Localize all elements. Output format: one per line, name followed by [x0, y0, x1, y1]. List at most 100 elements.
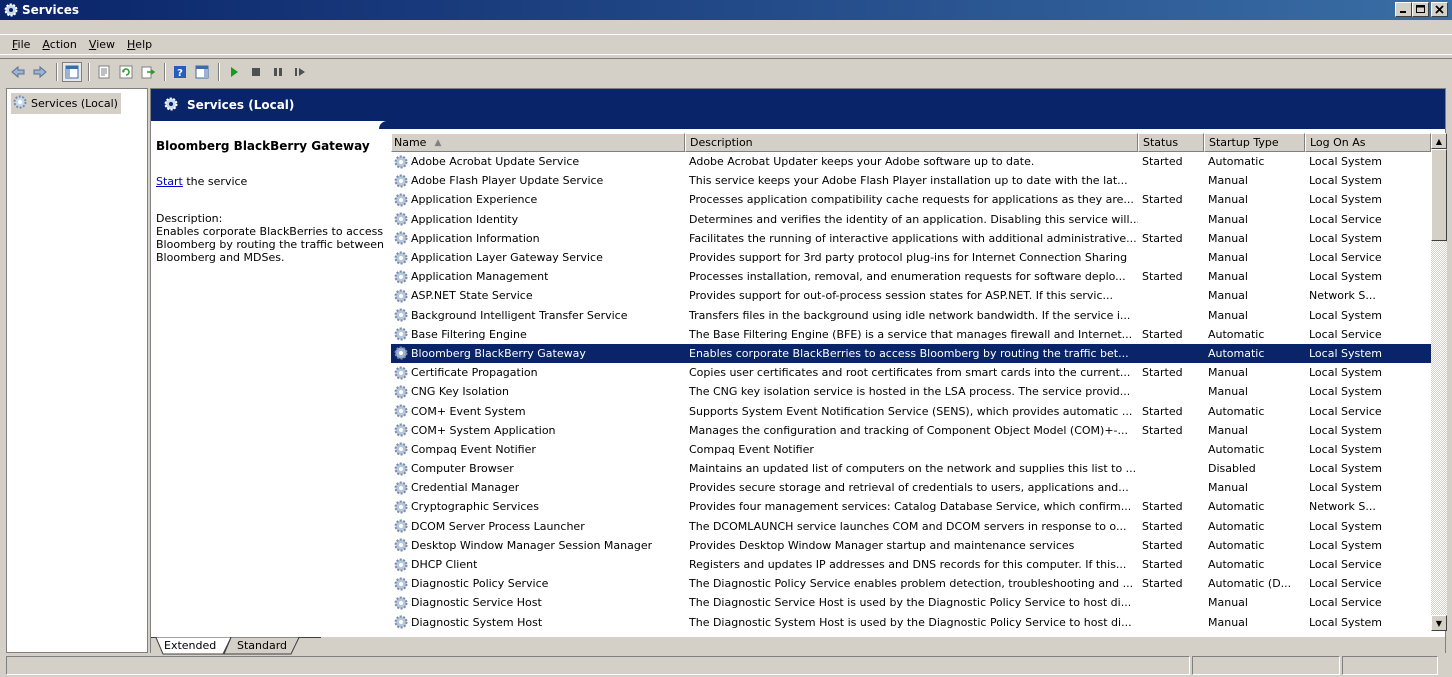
close-button[interactable] — [1431, 2, 1448, 17]
menu-view[interactable]: View — [83, 38, 121, 51]
table-row[interactable]: Diagnostic Policy Service The Diagnostic … — [391, 574, 1431, 593]
show-hide-action-pane-icon[interactable] — [192, 62, 212, 82]
service-name: Diagnostic Policy Service — [411, 577, 549, 591]
start-service-suffix: the service — [182, 175, 248, 188]
cell-log-on-as: Local System — [1309, 193, 1383, 207]
start-service-link[interactable]: Start — [156, 175, 183, 188]
scroll-thumb[interactable] — [1431, 149, 1447, 241]
table-row[interactable]: Computer Browser Maintains an updated lis… — [391, 459, 1431, 478]
table-row[interactable]: Certificate Propagation Copies user certi… — [391, 363, 1431, 382]
forward-icon[interactable] — [30, 62, 50, 82]
cell-name: DCOM Server Process Launcher — [391, 517, 685, 536]
service-name: ASP.NET State Service — [411, 289, 533, 303]
menu-help[interactable]: Help — [121, 38, 158, 51]
table-row[interactable]: Application Identity Determines and verif… — [391, 210, 1431, 229]
menu-action[interactable]: Action — [36, 38, 82, 51]
cell-status: Started — [1142, 577, 1183, 591]
column-header-status[interactable]: Status — [1138, 133, 1204, 152]
tab-extended[interactable]: Extended — [164, 639, 216, 652]
table-row[interactable]: DCOM Server Process Launcher The DCOMLAUN… — [391, 517, 1431, 536]
column-startup-label: Startup Type — [1209, 136, 1279, 149]
cell-status — [1138, 306, 1204, 325]
table-row[interactable]: Compaq Event Notifier Compaq Event Notifi… — [391, 440, 1431, 459]
tab-standard[interactable]: Standard — [237, 639, 287, 652]
resume-service-icon[interactable] — [290, 62, 310, 82]
cell-log-on-as: Network S... — [1309, 500, 1376, 514]
cell-startup-type: Manual — [1208, 615, 1248, 629]
column-header-log-on-as[interactable]: Log On As — [1305, 133, 1431, 152]
table-row[interactable]: Application Layer Gateway Service Provide… — [391, 248, 1431, 267]
status-panel-2 — [1192, 656, 1340, 675]
table-row[interactable]: Credential Manager Provides secure storag… — [391, 478, 1431, 497]
table-row[interactable]: Bloomberg BlackBerry Gateway Enables corp… — [391, 343, 1431, 364]
table-row[interactable]: Application Information Facilitates the r… — [391, 229, 1431, 248]
stop-service-icon[interactable] — [246, 62, 266, 82]
table-row[interactable]: CNG Key Isolation The CNG key isolation s… — [391, 382, 1431, 401]
menu-file[interactable]: File — [6, 38, 36, 51]
cell-description: The Diagnostic Policy Service enables pr… — [689, 577, 1134, 591]
help-icon[interactable]: ? — [170, 62, 190, 82]
column-header-name[interactable]: Name ▲ — [391, 133, 685, 152]
table-row[interactable]: Cryptographic Services Provides four mana… — [391, 497, 1431, 516]
table-row[interactable]: Application Management Processes installa… — [391, 267, 1431, 286]
cell-startup-type: Automatic — [1208, 346, 1265, 360]
title-bar[interactable]: Services — [0, 0, 1452, 20]
vertical-scrollbar[interactable]: ▲ ▼ — [1431, 133, 1447, 631]
start-service-icon[interactable] — [224, 62, 244, 82]
cell-status: Started — [1142, 193, 1183, 207]
service-gear-icon — [394, 615, 408, 629]
cell-name: Diagnostic Service Host — [391, 593, 685, 612]
table-row[interactable]: COM+ System Application Manages the confi… — [391, 421, 1431, 440]
description-text: Enables corporate BlackBerries to access… — [156, 225, 384, 264]
cell-status — [1138, 382, 1204, 401]
properties-icon[interactable] — [94, 62, 114, 82]
cell-name: DHCP Client — [391, 555, 685, 574]
column-header-description[interactable]: Description — [685, 133, 1138, 152]
table-row[interactable]: COM+ Event System Supports System Event N… — [391, 401, 1431, 420]
cell-log-on-as: Local Service — [1309, 577, 1382, 591]
cell-log-on-as: Local System — [1309, 519, 1383, 533]
selected-service-name: Bloomberg BlackBerry Gateway — [156, 139, 370, 153]
table-row[interactable]: Adobe Flash Player Update Service This se… — [391, 171, 1431, 190]
scroll-up-button[interactable]: ▲ — [1431, 133, 1447, 149]
service-gear-icon — [394, 577, 408, 591]
cell-log-on-as: Local System — [1309, 174, 1383, 188]
table-row[interactable]: Application Experience Processes applicat… — [391, 190, 1431, 209]
refresh-icon[interactable] — [116, 62, 136, 82]
cell-description: Supports System Event Notification Servi… — [689, 404, 1133, 418]
cell-status — [1138, 459, 1204, 478]
cell-log-on-as: Local Service — [1309, 404, 1382, 418]
pause-service-icon[interactable] — [268, 62, 288, 82]
back-icon[interactable] — [8, 62, 28, 82]
service-name: Application Identity — [411, 212, 519, 226]
maximize-button[interactable] — [1412, 2, 1429, 17]
service-gear-icon — [394, 327, 408, 341]
show-console-tree-icon[interactable] — [62, 61, 82, 82]
table-row[interactable]: DHCP Client Registers and updates IP addr… — [391, 555, 1431, 574]
table-row[interactable]: Base Filtering Engine The Base Filtering … — [391, 325, 1431, 344]
table-row[interactable]: Desktop Window Manager Session Manager Pr… — [391, 536, 1431, 555]
services-table: Name ▲ Description Status Startup Type Lo… — [391, 133, 1431, 631]
service-gear-icon — [394, 289, 408, 303]
cell-description: Determines and verifies the identity of … — [689, 212, 1138, 226]
table-row[interactable]: ASP.NET State Service Provides support fo… — [391, 286, 1431, 305]
table-row[interactable]: Diagnostic System Host The Diagnostic Sys… — [391, 613, 1431, 632]
cell-name: Application Experience — [391, 190, 685, 209]
tree-item-services-local[interactable]: Services (Local) — [11, 93, 121, 114]
table-row[interactable]: Background Intelligent Transfer Service T… — [391, 306, 1431, 325]
table-row[interactable]: Diagnostic Service Host The Diagnostic Se… — [391, 593, 1431, 612]
cell-log-on-as: Local Service — [1309, 327, 1382, 341]
cell-startup-type: Automatic — [1208, 500, 1265, 514]
service-gear-icon — [394, 423, 408, 437]
scroll-down-button[interactable]: ▼ — [1431, 615, 1447, 631]
table-row[interactable]: Adobe Acrobat Update Service Adobe Acroba… — [391, 152, 1431, 171]
column-header-startup-type[interactable]: Startup Type — [1204, 133, 1305, 152]
service-gear-icon — [394, 366, 408, 380]
toolbar-separator — [164, 62, 166, 81]
cell-log-on-as: Network S... — [1309, 289, 1376, 303]
export-list-icon[interactable] — [138, 62, 158, 82]
service-gear-icon — [394, 481, 408, 495]
cell-name: Credential Manager — [391, 478, 685, 497]
minimize-button[interactable] — [1395, 2, 1412, 17]
description-label: Description: — [156, 212, 223, 225]
